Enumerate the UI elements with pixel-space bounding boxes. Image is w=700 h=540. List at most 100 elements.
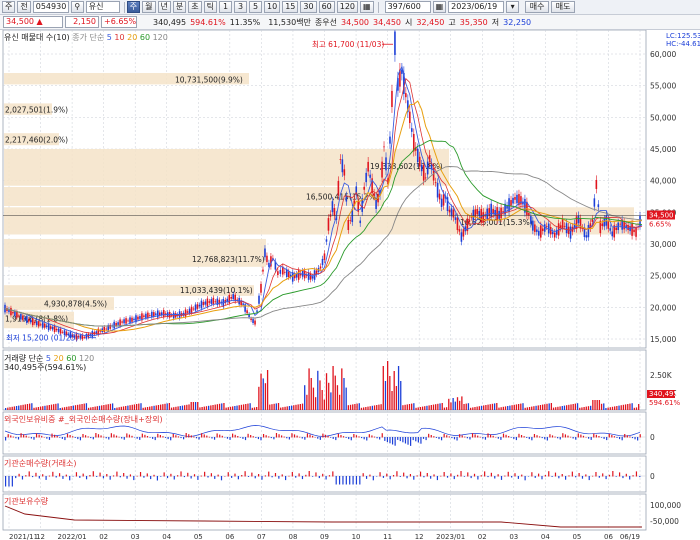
volume-bar: [402, 405, 404, 410]
foreign-net-bar: [618, 437, 621, 440]
interval-15-button[interactable]: 15: [282, 1, 299, 13]
inst-net-bar: [38, 476, 40, 479]
volume-bar: [118, 407, 120, 410]
inst-net-bar: [143, 476, 145, 478]
foreign-net-bar: [391, 437, 394, 445]
foreign-net-bar: [363, 437, 365, 440]
interval-30-button[interactable]: 30: [300, 1, 317, 13]
volume-bar: [493, 403, 496, 410]
previous-button[interactable]: 전: [17, 1, 31, 13]
volume-bar: [631, 403, 633, 410]
sell-button[interactable]: 매도: [551, 1, 576, 13]
interval-5-button[interactable]: 5: [249, 1, 262, 13]
inst-net-bar: [487, 476, 489, 478]
candle-body: [14, 311, 16, 316]
volume-bar: [11, 406, 13, 410]
candle-body: [260, 283, 262, 293]
date-input[interactable]: 2023/06/19: [448, 1, 505, 13]
volume-bar: [371, 405, 374, 410]
period-year-button[interactable]: 년: [157, 1, 171, 13]
search-icon[interactable]: ⚲: [70, 1, 84, 13]
volume-bar: [234, 406, 236, 410]
stock-name-field[interactable]: 유신: [85, 1, 120, 13]
foreign-net-bar: [309, 434, 311, 438]
volume-bar: [369, 406, 371, 410]
foreign-net-bar: [487, 433, 489, 438]
period-second-button[interactable]: 초: [188, 1, 202, 13]
inst-net-bar: [396, 471, 398, 477]
buy-button[interactable]: 매수: [525, 1, 550, 13]
foreign-net-bar: [495, 437, 497, 438]
volume-bar: [408, 404, 411, 410]
period-tick-button[interactable]: 틱: [203, 1, 217, 13]
period-day-button[interactable]: 주: [126, 1, 141, 13]
candle-body: [391, 90, 393, 108]
candle-body: [367, 161, 369, 172]
interval-60-button[interactable]: 60: [318, 1, 335, 13]
inst-net-bar: [399, 476, 401, 477]
volume-bar: [380, 404, 382, 410]
foreign-net-bar: [105, 437, 107, 439]
volume-value: 340,495: [153, 17, 187, 27]
volume-bar: [225, 407, 227, 410]
stock-chart[interactable]: 2021/11 12 2022/01 02 03 04 05 06 07 08 09 10 11 12 20…: [0, 30, 700, 540]
high-value: 35,350: [459, 17, 488, 27]
interval-1-button[interactable]: 1: [219, 1, 232, 13]
candle-body: [47, 323, 50, 331]
price-tick-label: 50,000: [650, 113, 676, 122]
volume-bar: [555, 407, 557, 410]
candle-body: [262, 269, 264, 272]
date-tick-label: 03: [509, 533, 518, 540]
candle-body: [22, 315, 24, 320]
volume-bar: [531, 406, 533, 410]
inst-net-bar: [541, 476, 543, 480]
volume-bar: [37, 407, 40, 410]
foreign-net-bar: [33, 437, 35, 440]
calendar-icon[interactable]: ▦: [432, 1, 447, 13]
chart-type-button[interactable]: 주: [2, 1, 16, 13]
tick-settings-icon[interactable]: ▦: [360, 1, 374, 13]
inst-net-bar: [349, 476, 351, 485]
volume-bar: [308, 368, 310, 410]
foreign-net-bar: [508, 436, 510, 438]
foreign-net-bar: [146, 436, 149, 438]
candle-body: [534, 224, 536, 232]
candle-body: [137, 316, 139, 320]
volume-bar: [504, 406, 507, 410]
volume-bar: [83, 403, 85, 410]
candle-body: [341, 159, 344, 173]
foreign-net-bar: [221, 435, 223, 438]
period-minute-button[interactable]: 분: [172, 1, 187, 13]
date-tick-label: 2022/01: [58, 533, 87, 540]
period-month-button[interactable]: 월: [142, 1, 156, 13]
candle-body: [85, 333, 88, 339]
volume-bar: [264, 383, 267, 410]
inst-net-bar: [463, 476, 465, 477]
interval-3-button[interactable]: 3: [234, 1, 247, 13]
candle-body: [129, 317, 131, 323]
volume-bar: [537, 405, 539, 410]
candle-body: [45, 325, 48, 327]
foreign-net-bar: [502, 433, 505, 438]
volume-bar: [459, 400, 461, 410]
inst-net-bar: [183, 476, 185, 478]
volume-bar: [212, 405, 214, 410]
chart-canvas[interactable]: 2021/1112 2022/01 02 03 04 05 06 07 08 09 10 11 12 20…: [0, 30, 700, 540]
foreign-net-bar: [123, 437, 125, 440]
volume-bar: [205, 406, 208, 410]
date-picker-icon[interactable]: ▾: [506, 1, 520, 13]
interval-10-button[interactable]: 10: [264, 1, 281, 13]
foreign-net-bar: [474, 434, 476, 438]
volume-bar: [321, 390, 323, 410]
foreign-net-bar: [523, 436, 525, 438]
interval-120-button[interactable]: 120: [336, 1, 359, 13]
volume-bar: [168, 403, 171, 410]
inst-net-bar: [507, 471, 509, 477]
candle-body: [279, 269, 282, 274]
foreign-net-bar: [526, 437, 528, 438]
inst-net-bar: [139, 472, 142, 477]
stock-code-input[interactable]: 054930: [32, 1, 69, 13]
candle-body: [528, 212, 530, 216]
bar-count-input[interactable]: 397/600: [384, 1, 431, 13]
foreign-net-bar: [270, 437, 272, 439]
